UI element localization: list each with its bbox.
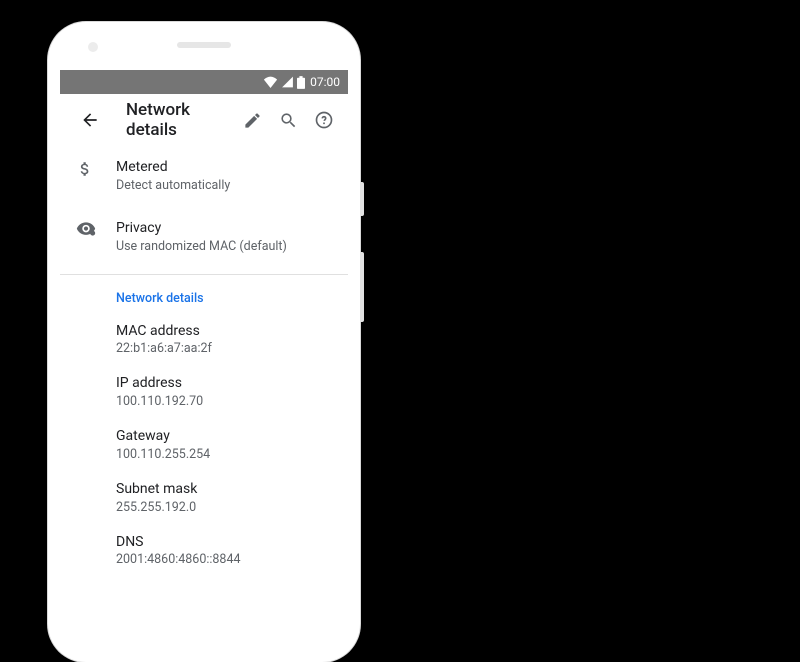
status-time: 07:00 [310,75,340,89]
setting-title: Metered [116,158,332,177]
section-header: Network details [60,277,348,314]
detail-value: 100.110.255.254 [116,447,332,464]
battery-icon [297,76,305,89]
setting-subtitle: Detect automatically [116,178,332,195]
content-scroll[interactable]: Metered Detect automatically Privacy Use… [60,146,348,614]
page-title: Network details [126,100,234,140]
detail-title: MAC address [116,322,332,341]
help-button[interactable] [306,102,342,138]
setting-subtitle: Use randomized MAC (default) [116,239,332,256]
app-bar: Network details [60,94,348,146]
search-button[interactable] [270,102,306,138]
side-button [360,252,364,322]
detail-mac-address: MAC address 22:b1:a6:a7:aa:2f [60,314,348,367]
edit-button[interactable] [234,102,270,138]
setting-privacy[interactable]: Privacy Use randomized MAC (default) [60,207,348,268]
detail-gateway: Gateway 100.110.255.254 [60,419,348,472]
detail-title: Gateway [116,427,332,446]
detail-value: 100.110.192.70 [116,394,332,411]
wifi-icon [263,76,278,88]
setting-metered[interactable]: Metered Detect automatically [60,146,348,207]
detail-title: IP address [116,374,332,393]
detail-value: 2001:4860:4860::8844 [116,552,332,569]
phone-frame: 07:00 Network details [48,22,360,662]
detail-value: 255.255.192.0 [116,500,332,517]
detail-ip-address: IP address 100.110.192.70 [60,366,348,419]
detail-dns: DNS 2001:4860:4860::8844 [60,525,348,578]
detail-title: Subnet mask [116,480,332,499]
detail-title: DNS [116,533,332,552]
status-bar: 07:00 [60,70,348,94]
screen: 07:00 Network details [60,70,348,614]
side-button [360,182,364,216]
detail-subnet-mask: Subnet mask 255.255.192.0 [60,472,348,525]
divider [60,274,348,275]
back-button[interactable] [72,102,108,138]
detail-value: 22:b1:a6:a7:aa:2f [116,341,332,358]
dollar-icon [76,158,116,182]
privacy-icon [76,219,116,240]
cell-signal-icon [281,76,294,88]
setting-title: Privacy [116,219,332,238]
